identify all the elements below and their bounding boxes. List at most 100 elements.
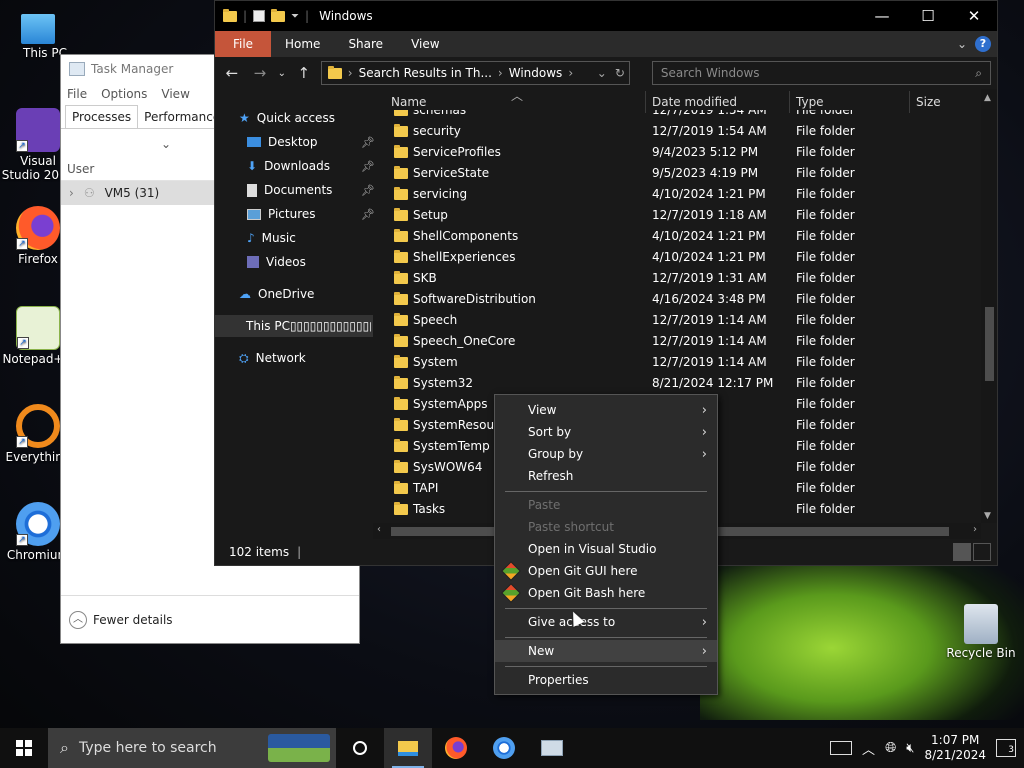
file-row[interactable]: ServiceProfiles 9/4/2023 5:12 PM File fold… — [373, 141, 981, 162]
properties-icon[interactable] — [253, 10, 266, 22]
file-row[interactable]: security 12/7/2019 1:54 AM File folder — [373, 120, 981, 141]
help-icon[interactable]: ? — [975, 36, 991, 52]
column-type[interactable]: Type — [796, 95, 824, 109]
breadcrumb-search-results[interactable]: Search Results in Th... — [359, 66, 492, 80]
file-row[interactable]: SKB 12/7/2019 1:31 AM File folder — [373, 267, 981, 288]
ribbon-tab-home[interactable]: Home — [271, 31, 334, 57]
desktop-icon-recycle-bin[interactable]: Recycle Bin — [938, 604, 1024, 660]
scroll-left-icon[interactable]: ‹ — [377, 524, 381, 535]
search-box[interactable]: Search Windows ⌕ — [651, 61, 991, 85]
nav-downloads[interactable]: ⬇ Downloads 📌︎ — [247, 155, 375, 177]
submenu-arrow-icon: › — [701, 402, 707, 418]
taskbar-chromium[interactable] — [480, 728, 528, 768]
details-view-icon[interactable] — [953, 543, 971, 561]
menu-item-give-access-to[interactable]: Give access to › — [495, 611, 717, 633]
menu-item-open-in-visual-studio[interactable]: Open in Visual Studio — [495, 538, 717, 560]
notifications-icon[interactable]: 3 — [996, 739, 1016, 757]
new-folder-icon[interactable] — [271, 8, 286, 22]
menu-item-open-git-bash[interactable]: Open Git Bash here — [495, 582, 717, 604]
up-arrow-icon[interactable]: ↑ — [293, 64, 315, 82]
recent-locations-icon[interactable]: ⌄ — [277, 68, 287, 79]
nav-pictures[interactable]: Pictures 📌︎ — [247, 203, 375, 225]
menu-item-view[interactable]: View › — [495, 399, 717, 421]
menu-view[interactable]: View — [161, 87, 189, 101]
tab-processes[interactable]: Processes — [65, 105, 139, 128]
clock[interactable]: 1:07 PM 8/21/2024 — [924, 733, 986, 763]
menu-item-properties[interactable]: Properties — [495, 669, 717, 691]
start-button[interactable] — [0, 728, 48, 768]
keyboard-icon[interactable] — [830, 741, 853, 755]
file-date: 12/7/2019 1:31 AM — [652, 270, 767, 285]
ribbon-tab-share[interactable]: Share — [334, 31, 397, 57]
nav-network[interactable]: ⛭ Network — [239, 347, 306, 369]
large-icons-view-icon[interactable] — [973, 543, 991, 561]
file-type: File folder — [796, 417, 855, 432]
fewer-details-button[interactable]: ︿ Fewer details — [61, 595, 359, 643]
back-arrow-icon[interactable]: ← — [221, 64, 243, 82]
file-row[interactable]: Speech_OneCore 12/7/2019 1:14 AM File fold… — [373, 330, 981, 351]
file-name: ShellExperiences — [413, 249, 516, 264]
tab-performance[interactable]: Performance — [138, 106, 226, 128]
file-explorer-icon — [398, 740, 418, 756]
file-row[interactable]: System32 8/21/2024 12:17 PM File folder — [373, 372, 981, 393]
menu-item-open-git-gui[interactable]: Open Git GUI here — [495, 560, 717, 582]
file-row[interactable]: servicing 4/10/2024 1:21 PM File folder — [373, 183, 981, 204]
column-size[interactable]: Size — [916, 95, 941, 109]
nav-music[interactable]: ♪ Music — [247, 227, 296, 249]
nav-this-pc[interactable]: This PC▯▯▯▯▯▯▯▯▯▯▯▯▯▯▯▯ — [239, 315, 371, 337]
network-globe-icon[interactable]: 🌐︎ — [885, 740, 896, 756]
taskbar-firefox[interactable] — [432, 728, 480, 768]
file-row[interactable]: ShellComponents 4/10/2024 1:21 PM File fol… — [373, 225, 981, 246]
expand-chevron-icon[interactable]: › — [69, 186, 74, 200]
menu-item-group-by[interactable]: Group by › — [495, 443, 717, 465]
navigation-pane: ★ Quick access Desktop 📌︎ ⬇ Downloads 📌︎ Doc… — [215, 89, 375, 539]
ribbon-tab-file[interactable]: File — [215, 31, 271, 57]
customize-toolbar-icon[interactable]: ⏷ — [291, 11, 299, 22]
taskbar-task-manager[interactable] — [528, 728, 576, 768]
close-icon[interactable]: ✕ — [951, 1, 997, 31]
scrollbar-thumb[interactable] — [985, 307, 994, 381]
menu-item-sort-by[interactable]: Sort by › — [495, 421, 717, 443]
nav-videos[interactable]: Videos — [247, 251, 306, 273]
nav-quick-access[interactable]: ★ Quick access — [239, 107, 335, 129]
desktop-icon — [247, 137, 261, 147]
maximize-icon[interactable]: ☐ — [905, 1, 951, 31]
minimize-icon[interactable]: — — [859, 1, 905, 31]
nav-documents[interactable]: Documents 📌︎ — [247, 179, 375, 201]
menu-file[interactable]: File — [67, 87, 87, 101]
column-date-modified[interactable]: Date modified — [652, 95, 737, 109]
file-row[interactable]: ServiceState 9/5/2023 4:19 PM File folder — [373, 162, 981, 183]
nav-onedrive[interactable]: ☁ OneDrive — [239, 283, 314, 305]
file-row[interactable]: Speech 12/7/2019 1:14 AM File folder — [373, 309, 981, 330]
forward-arrow-icon[interactable]: → — [249, 64, 271, 82]
menu-item-refresh[interactable]: Refresh — [495, 465, 717, 487]
vertical-scrollbar[interactable]: ▲ ▼ — [981, 89, 997, 523]
scroll-right-icon[interactable]: › — [973, 524, 977, 535]
ribbon-tab-view[interactable]: View — [397, 31, 453, 57]
address-bar[interactable]: › Search Results in Th... › Windows › ⌄ … — [320, 61, 630, 85]
task-view-button[interactable] — [336, 728, 384, 768]
scroll-up-icon[interactable]: ▲ — [984, 93, 991, 103]
scroll-down-icon[interactable]: ▼ — [984, 511, 991, 521]
column-name[interactable]: Name — [391, 95, 426, 109]
volume-muted-icon[interactable]: 🔇︎ — [906, 741, 914, 756]
file-row[interactable]: SoftwareDistribution 4/16/2024 3:48 PM Fil… — [373, 288, 981, 309]
address-dropdown-icon[interactable]: ⌄ — [597, 66, 607, 80]
menu-item-new[interactable]: New › — [495, 640, 717, 662]
taskbar-search-box[interactable]: ⌕ Type here to search — [48, 728, 336, 768]
nav-desktop[interactable]: Desktop 📌︎ — [247, 131, 375, 153]
git-icon — [501, 561, 521, 581]
explorer-titlebar[interactable]: | ⏷ | Windows — ☐ ✕ — [215, 1, 997, 31]
file-row[interactable]: schemas 12/7/2019 1:54 AM File folder — [373, 110, 981, 120]
file-row[interactable]: System 12/7/2019 1:14 AM File folder — [373, 351, 981, 372]
file-row[interactable]: Setup 12/7/2019 1:18 AM File folder — [373, 204, 981, 225]
file-row[interactable]: ShellExperiences 4/10/2024 1:21 PM File fo… — [373, 246, 981, 267]
breadcrumb-windows[interactable]: Windows — [509, 66, 563, 80]
taskbar-file-explorer[interactable] — [384, 728, 432, 768]
expand-ribbon-icon[interactable]: ⌄ — [957, 37, 967, 51]
show-hidden-icons-icon[interactable]: ︿ — [862, 739, 875, 758]
refresh-icon[interactable]: ↻ — [615, 66, 625, 80]
desktop-icon-this-pc[interactable]: This PC — [0, 10, 76, 60]
menu-options[interactable]: Options — [101, 87, 147, 101]
file-name: security — [413, 123, 461, 138]
